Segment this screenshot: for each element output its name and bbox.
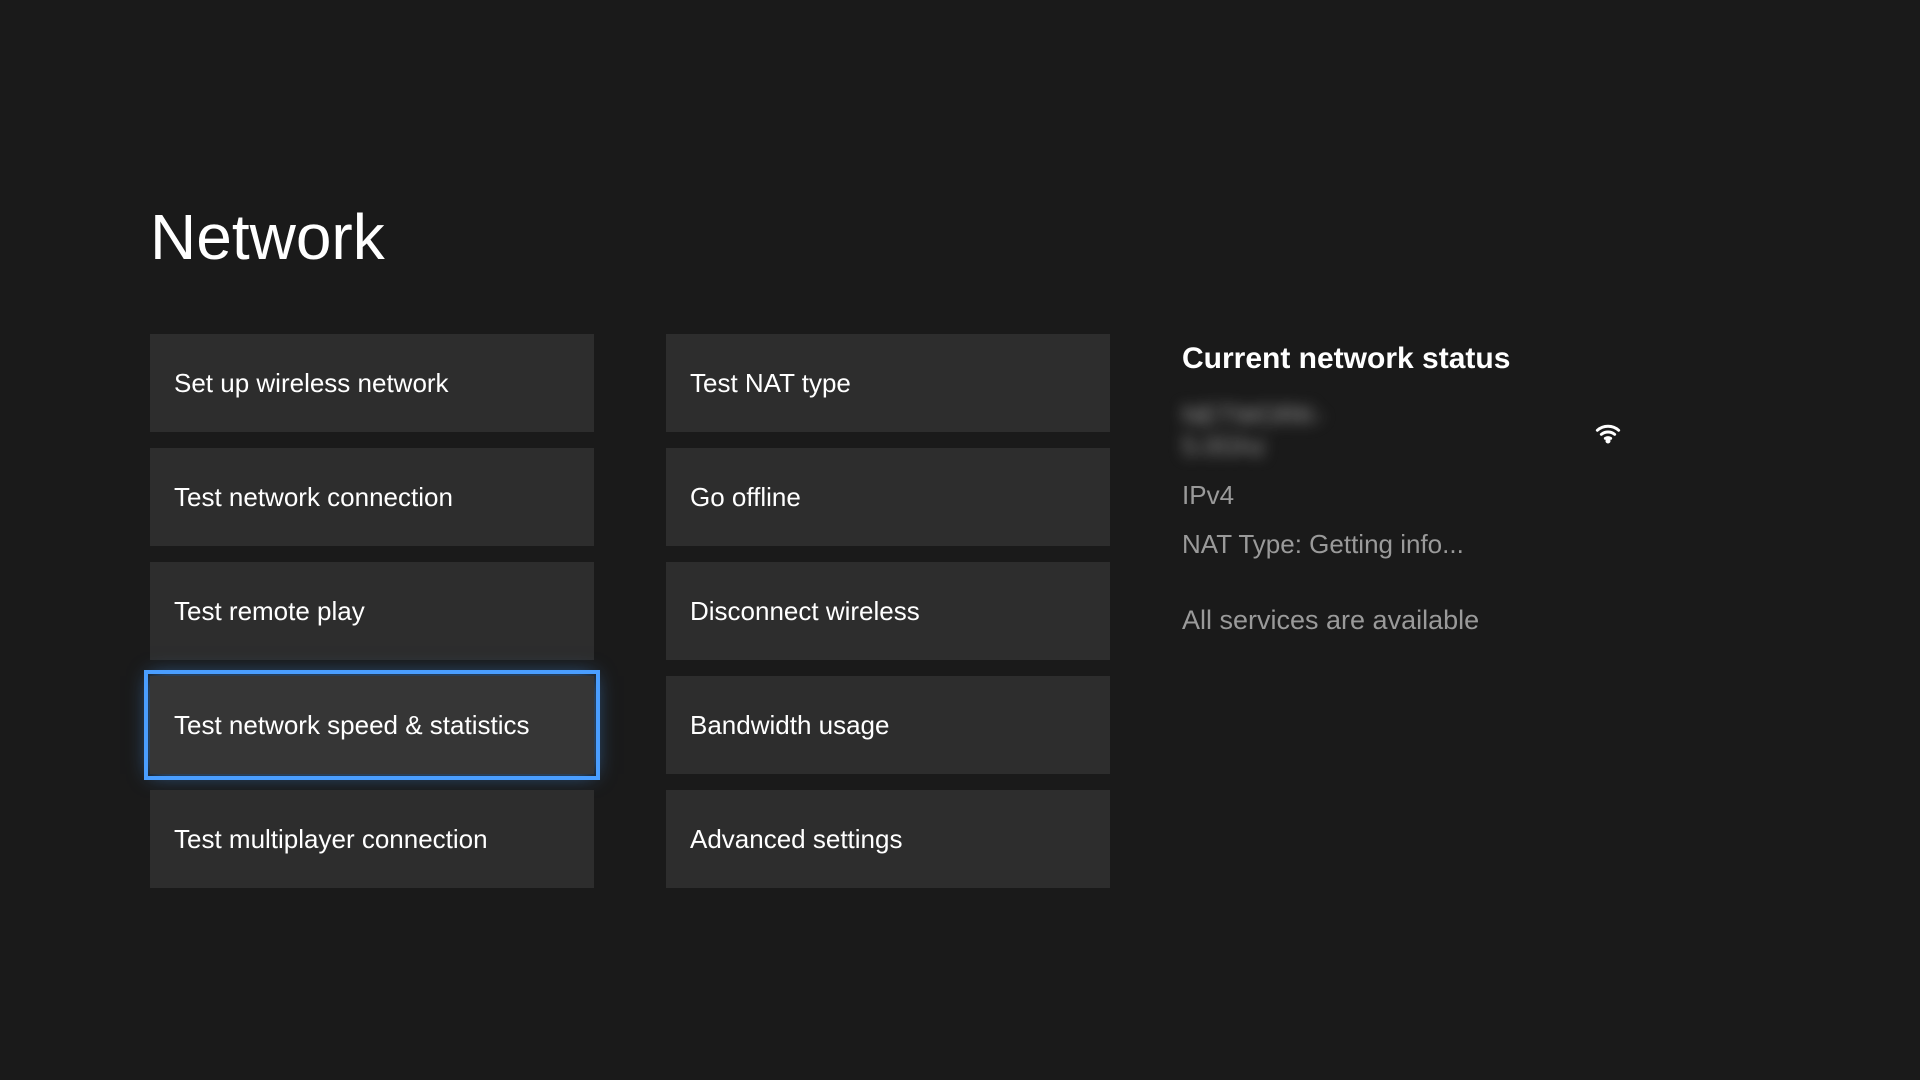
advanced-settings-button[interactable]: Advanced settings bbox=[666, 790, 1110, 888]
menu-column-2: Test NAT type Go offline Disconnect wire… bbox=[666, 334, 1110, 888]
test-speed-stats-button[interactable]: Test network speed & statistics bbox=[150, 676, 594, 774]
page-title: Network bbox=[150, 200, 1770, 274]
menu-column-1: Set up wireless network Test network con… bbox=[150, 334, 594, 888]
services-text: All services are available bbox=[1182, 605, 1624, 636]
bandwidth-usage-button[interactable]: Bandwidth usage bbox=[666, 676, 1110, 774]
test-multiplayer-button[interactable]: Test multiplayer connection bbox=[150, 790, 594, 888]
protocol-text: IPv4 bbox=[1182, 480, 1624, 511]
wifi-icon bbox=[1592, 413, 1624, 450]
disconnect-wireless-button[interactable]: Disconnect wireless bbox=[666, 562, 1110, 660]
go-offline-button[interactable]: Go offline bbox=[666, 448, 1110, 546]
status-title: Current network status bbox=[1182, 342, 1624, 376]
test-nat-button[interactable]: Test NAT type bbox=[666, 334, 1110, 432]
test-connection-button[interactable]: Test network connection bbox=[150, 448, 594, 546]
ssid-text: NETWORK-5.0Ghz bbox=[1182, 400, 1402, 462]
status-panel: Current network status NETWORK-5.0Ghz IP… bbox=[1182, 334, 1624, 888]
setup-wireless-button[interactable]: Set up wireless network bbox=[150, 334, 594, 432]
test-remote-play-button[interactable]: Test remote play bbox=[150, 562, 594, 660]
nat-type-text: NAT Type: Getting info... bbox=[1182, 529, 1624, 560]
